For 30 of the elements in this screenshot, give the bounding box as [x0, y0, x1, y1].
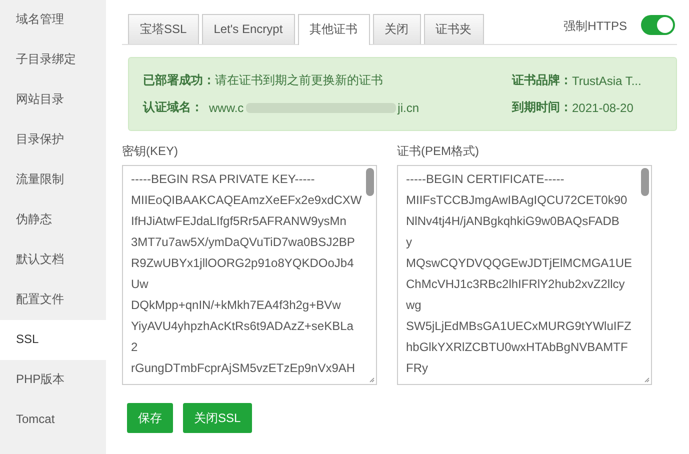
- tab[interactable]: 其他证书: [298, 14, 370, 45]
- sidebar-item[interactable]: 目录保护: [0, 120, 106, 160]
- domain-start: www.c: [209, 100, 244, 114]
- sidebar-item[interactable]: 默认文档: [0, 240, 106, 280]
- sidebar-item[interactable]: 配置文件: [0, 280, 106, 320]
- scrollbar-thumb[interactable]: [641, 168, 649, 196]
- sidebar-item[interactable]: 子目录绑定: [0, 40, 106, 80]
- scrollbar-thumb[interactable]: [366, 168, 374, 196]
- certificate-label: 证书(PEM格式): [397, 143, 480, 160]
- sidebar-item[interactable]: Tomcat: [0, 400, 106, 440]
- tab[interactable]: 宝塔SSL: [128, 14, 199, 44]
- brand-text: 证书品牌：TrustAsia T...: [512, 72, 642, 89]
- toggle-switch[interactable]: [641, 15, 675, 35]
- tab[interactable]: Let's Encrypt: [202, 14, 295, 44]
- resize-grip-icon[interactable]: [644, 377, 650, 383]
- status-message: 已部署成功：请在证书到期之前更换新的证书: [143, 72, 384, 89]
- key-label: 密钥(KEY): [122, 143, 180, 160]
- resize-grip-icon[interactable]: [369, 377, 375, 383]
- sidebar-item[interactable]: SSL: [0, 320, 106, 360]
- tab[interactable]: 证书夹: [424, 14, 484, 44]
- tab[interactable]: 关闭: [372, 14, 421, 44]
- sidebar-item[interactable]: 网站目录: [0, 80, 106, 120]
- domain-label: 认证域名：: [143, 99, 203, 116]
- sidebar-item[interactable]: 域名管理: [0, 0, 106, 40]
- force-https-label: 强制HTTPS: [564, 18, 627, 35]
- sidebar-item[interactable]: 流量限制: [0, 160, 106, 200]
- sidebar-item[interactable]: 伪静态: [0, 200, 106, 240]
- sidebar-item[interactable]: PHP版本: [0, 360, 106, 400]
- domain-end: ji.cn: [398, 100, 420, 114]
- expiry-text: 到期时间：2021-08-20: [512, 99, 634, 116]
